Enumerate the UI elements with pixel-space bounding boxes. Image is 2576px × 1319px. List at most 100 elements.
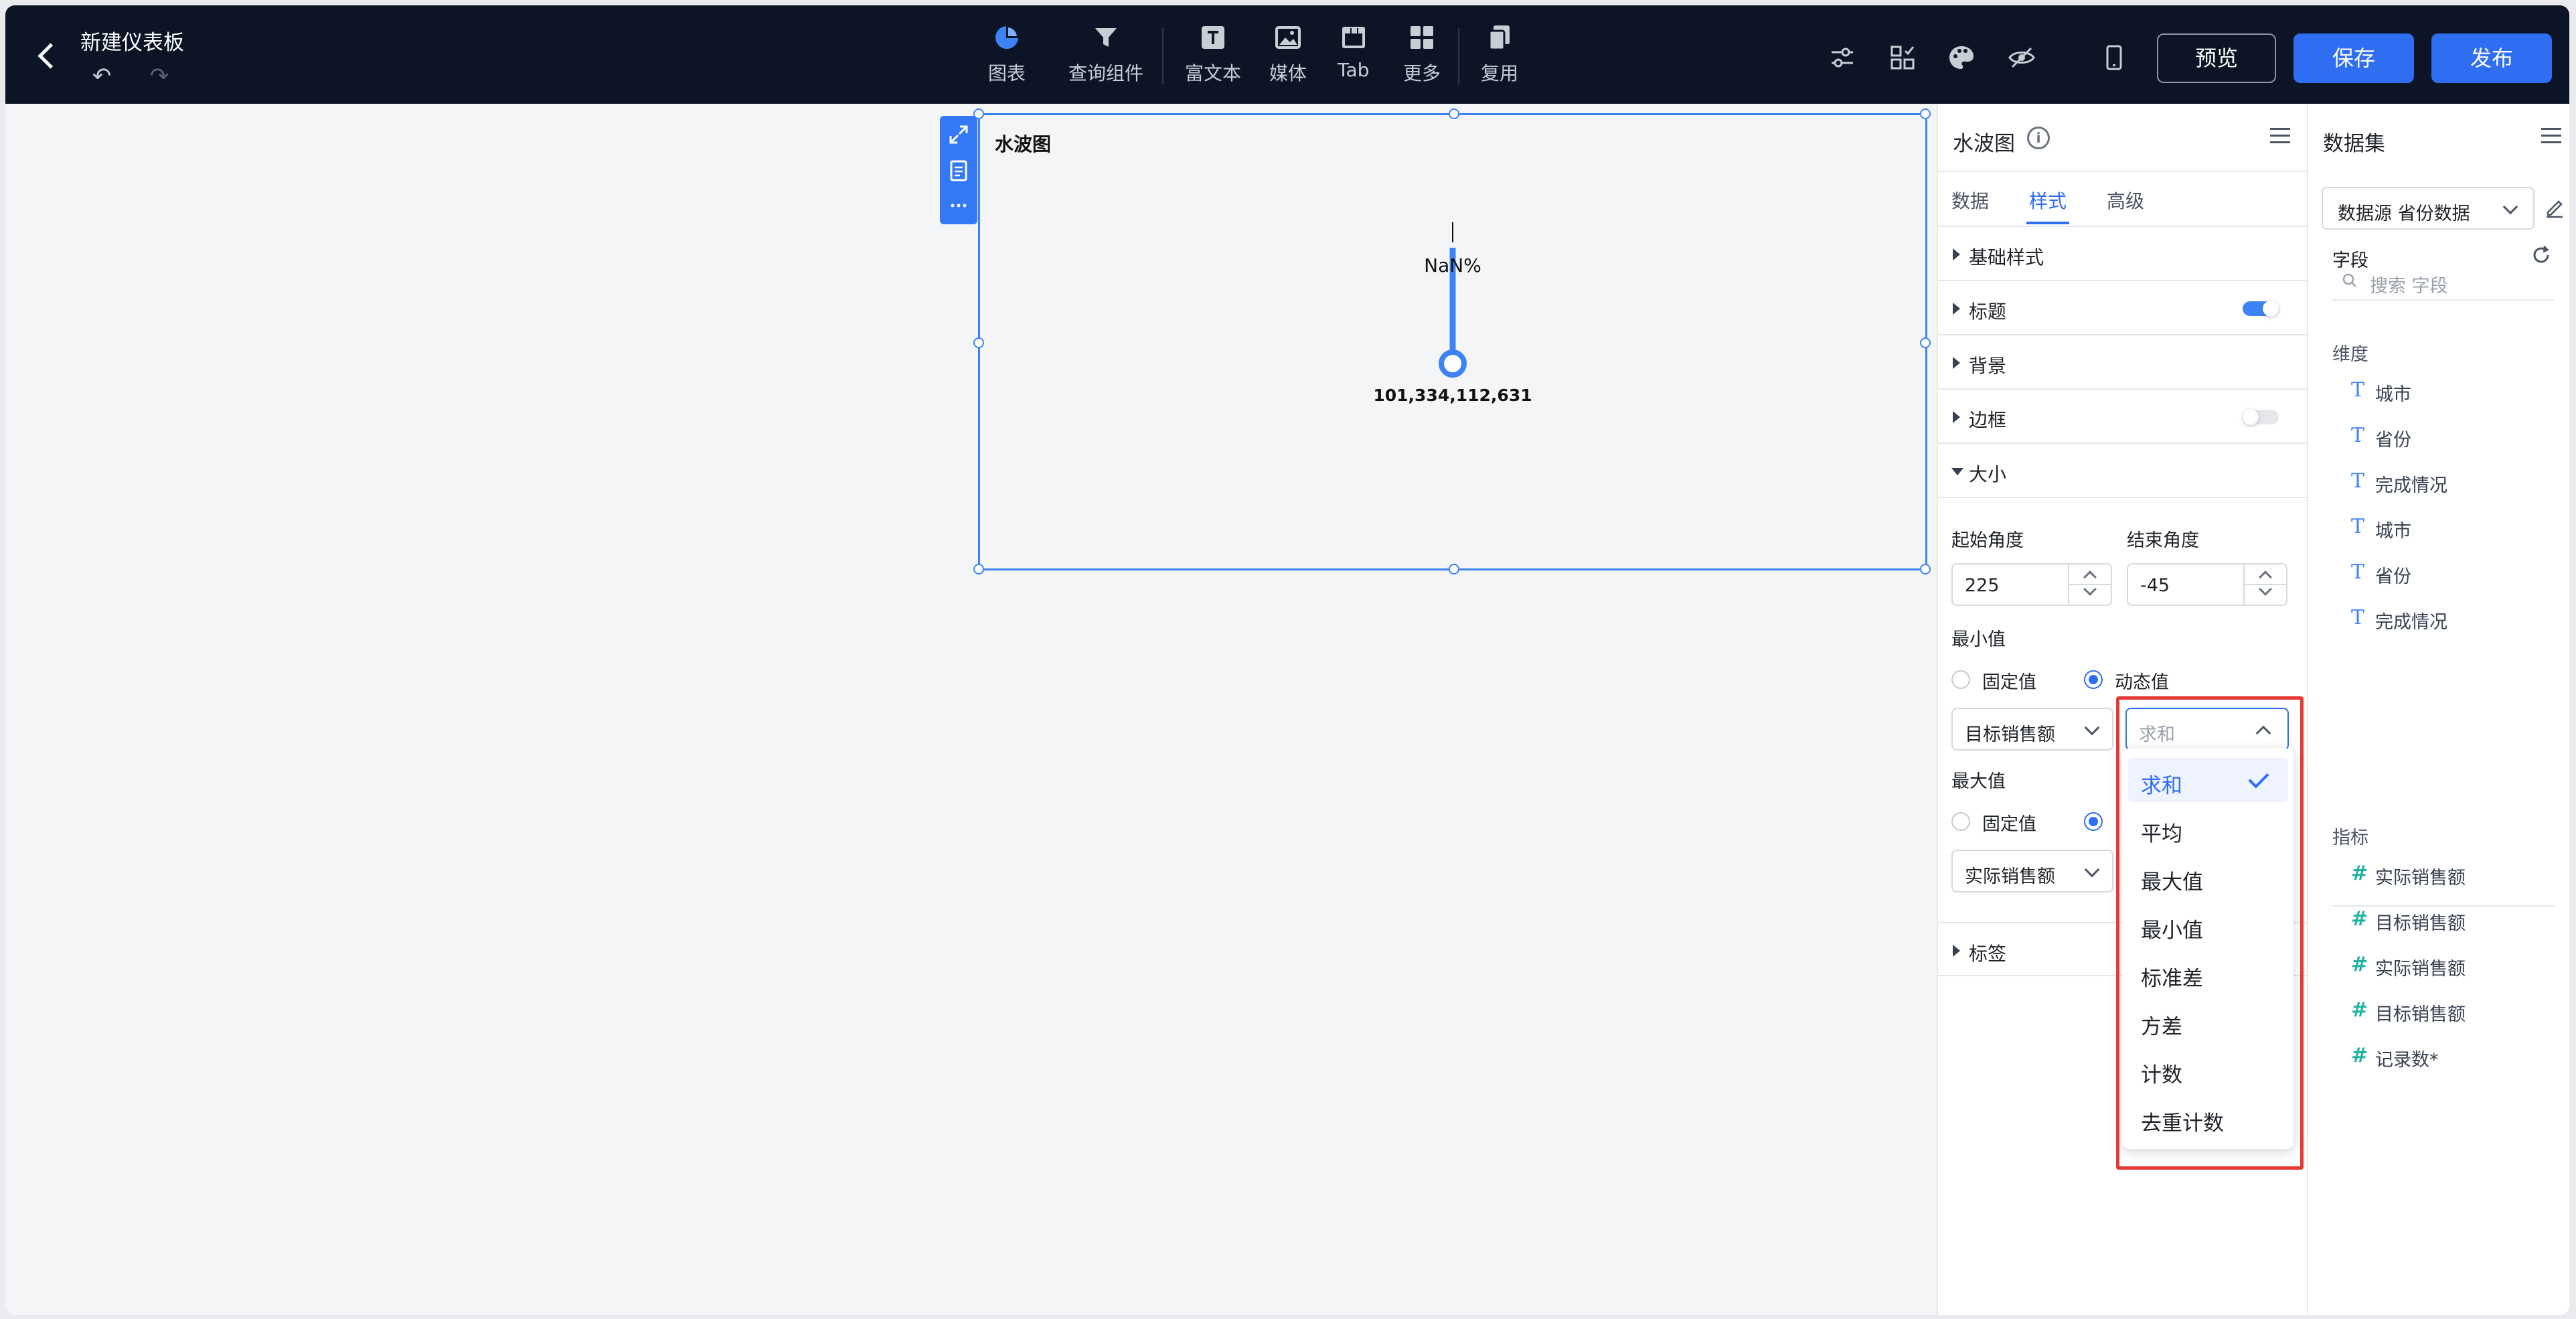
section-label: 标题	[1969, 301, 2007, 323]
gauge-percent: NaN%	[1424, 254, 1481, 277]
dataset-panel: 数据集 数据源 省份数据 字段 搜索 字段 维度 T 城市 T 省份 T 完成情况	[2307, 104, 2569, 1315]
toolbar-divider	[1458, 28, 1459, 84]
tool-label: Tab	[1338, 59, 1370, 81]
text-type-icon: T	[2351, 560, 2365, 584]
tool-more[interactable]: 更多	[1403, 23, 1441, 86]
more-dots-icon[interactable]	[947, 193, 971, 218]
tool-label: 富文本	[1185, 62, 1242, 84]
panel-title: 水波图	[1953, 132, 2015, 156]
style-tabs: 数据 样式 高级	[1938, 172, 2307, 227]
tool-richtext[interactable]: 富文本	[1185, 23, 1241, 86]
field-label: 省份	[2375, 430, 2411, 451]
tool-label: 查询组件	[1068, 62, 1144, 84]
tab-style[interactable]: 样式	[2026, 187, 2070, 224]
tool-query[interactable]: 查询组件	[1068, 23, 1143, 86]
chevron-down-icon	[2084, 862, 2100, 878]
chevron-down-icon	[2502, 199, 2518, 215]
section-label: 大小	[1969, 463, 2007, 485]
section-label: 基础样式	[1969, 246, 2044, 268]
title-toggle[interactable]	[2243, 301, 2279, 317]
expand-icon[interactable]	[947, 123, 971, 147]
document-icon[interactable]	[947, 159, 971, 183]
section-size[interactable]: 大小	[1938, 444, 2307, 498]
gauge-bulb	[1439, 350, 1467, 378]
caret-right-icon	[1953, 357, 1960, 369]
chevron-down-icon	[2084, 720, 2100, 736]
caret-right-icon	[1953, 248, 1960, 260]
back-arrow-icon[interactable]	[32, 40, 62, 70]
liquid-chart-card[interactable]: 水波图 NaN% 101,334,112,631	[973, 108, 1931, 574]
tool-tab[interactable]: Tab	[1338, 23, 1369, 81]
max-fixed-radio[interactable]	[1951, 812, 1970, 831]
theme-palette-icon[interactable]	[1947, 43, 1976, 72]
panel-divider	[2332, 905, 2555, 907]
tab-data[interactable]: 数据	[1951, 187, 1989, 214]
publish-button[interactable]: 发布	[2431, 33, 2552, 83]
select-value: 目标销售额	[1965, 724, 2055, 745]
tool-label: 图表	[988, 62, 1026, 84]
min-field-select[interactable]: 目标销售额	[1951, 708, 2113, 751]
menu-icon[interactable]	[2270, 128, 2293, 147]
section-background[interactable]: 背景	[1938, 335, 2307, 390]
tab-icon	[1342, 27, 1365, 48]
menu-icon[interactable]	[2541, 128, 2564, 147]
text-icon	[1202, 26, 1224, 49]
number-type-icon: #	[2351, 998, 2368, 1022]
search-placeholder: 搜索 字段	[2370, 276, 2448, 297]
section-border[interactable]: 边框	[1938, 390, 2307, 444]
field-label: 完成情况	[2375, 612, 2447, 633]
tab-advanced[interactable]: 高级	[2107, 187, 2144, 214]
redo-icon[interactable]: ↷	[146, 64, 173, 88]
number-stepper[interactable]	[2243, 564, 2287, 605]
min-value-label: 最小值	[1951, 629, 2006, 650]
filter-icon	[1095, 28, 1117, 47]
dashboard-title[interactable]: 新建仪表板	[80, 25, 184, 56]
info-icon[interactable]: i	[2027, 127, 2050, 149]
field-label: 目标销售额	[2375, 1004, 2466, 1025]
field-search[interactable]: 搜索 字段	[2332, 263, 2555, 301]
max-dynamic-radio[interactable]	[2084, 812, 2103, 831]
number-stepper[interactable]	[2068, 564, 2112, 605]
liquid-gauge	[1439, 222, 1467, 378]
text-type-icon: T	[2351, 469, 2365, 493]
end-angle-label: 结束角度	[2127, 530, 2199, 551]
style-panel-header: 水波图 i	[1938, 104, 2307, 172]
layout-icon[interactable]	[1888, 43, 1917, 72]
tool-chart[interactable]: 图表	[988, 23, 1026, 86]
save-button[interactable]: 保存	[2293, 33, 2414, 83]
dimensions-heading: 维度	[2332, 344, 2368, 365]
gauge-value: 101,334,112,631	[1373, 386, 1532, 405]
min-dynamic-label: 动态值	[2115, 672, 2169, 693]
dashboard-canvas[interactable]: 水波图 NaN% 101,334,112,631	[5, 104, 1937, 1315]
max-value-label: 最大值	[1951, 771, 2006, 792]
text-type-icon: T	[2351, 606, 2365, 629]
preview-button[interactable]: 预览	[2157, 33, 2276, 83]
min-fixed-radio[interactable]	[1951, 670, 1970, 689]
tool-label: 复用	[1481, 62, 1519, 84]
start-angle-input[interactable]: 225	[1951, 563, 2112, 606]
edit-icon[interactable]	[2543, 195, 2567, 219]
caret-right-icon	[1953, 411, 1960, 423]
text-type-icon: T	[2351, 378, 2365, 402]
datasource-select[interactable]: 数据源 省份数据	[2322, 187, 2534, 230]
min-dynamic-radio[interactable]	[2084, 670, 2103, 689]
hide-eye-icon[interactable]	[2007, 43, 2036, 72]
section-title[interactable]: 标题	[1938, 281, 2307, 335]
max-field-select[interactable]: 实际销售额	[1951, 850, 2113, 893]
sliders-icon[interactable]	[1828, 43, 1857, 72]
border-toggle[interactable]	[2243, 409, 2279, 425]
mobile-icon[interactable]	[2099, 43, 2129, 72]
select-value: 数据源 省份数据	[2338, 204, 2470, 224]
caret-right-icon	[1953, 945, 1960, 957]
select-value: 实际销售额	[1965, 866, 2055, 887]
tool-media[interactable]: 媒体	[1269, 23, 1307, 86]
section-basic-style[interactable]: 基础样式	[1938, 227, 2307, 281]
tool-reuse[interactable]: 复用	[1481, 23, 1518, 86]
section-label: 背景	[1969, 355, 2007, 377]
search-icon	[2342, 273, 2356, 287]
pie-chart-icon	[995, 25, 1020, 49]
end-angle-input[interactable]: -45	[2127, 563, 2287, 606]
max-fixed-label: 固定值	[1982, 814, 2036, 835]
undo-icon[interactable]: ↶	[88, 64, 115, 88]
field-label: 目标销售额	[2375, 913, 2466, 934]
